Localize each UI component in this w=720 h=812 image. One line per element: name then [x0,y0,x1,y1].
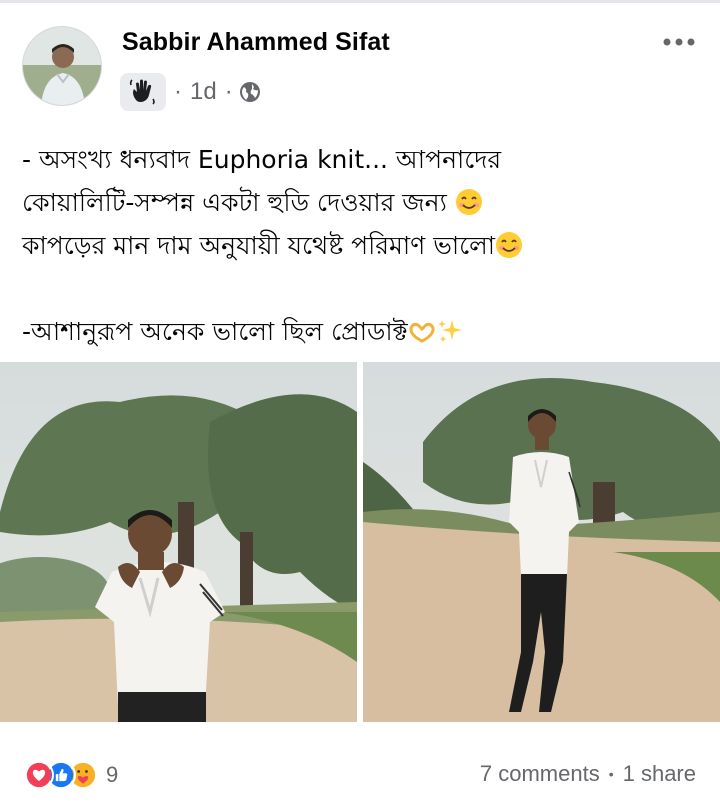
love-reaction-icon [24,760,54,790]
avatar-photo [23,27,101,105]
dot-separator: · [174,78,182,105]
smiling-face-emoji-icon [455,189,482,215]
photo-image [0,362,357,722]
globe-icon [239,82,260,102]
wave-hand-icon [129,79,155,105]
dot-separator: • [608,766,614,782]
post-text-line: -আশানুরূপ অনেক ভালো ছিল প্রোডাক্ট [22,310,702,353]
heart-hands-emoji-icon [409,322,435,343]
avatar[interactable] [22,26,102,106]
post-header: Sabbir Ahammed Sifat · 1d · [0,0,720,118]
post-meta: · 1d · [120,72,261,112]
post-text-line: - অসংখ্য ধন্যবাদ Euphoria knit... আপনাদে… [22,145,502,174]
shares-count[interactable]: 1 share [623,761,696,787]
post-photo-1[interactable] [0,362,357,722]
post-footer: 9 7 comments • 1 share [0,722,720,812]
author-name[interactable]: Sabbir Ahammed Sifat [122,28,390,57]
post-text: - অসংখ্য ধন্যবাদ Euphoria knit... আপনাদে… [22,138,702,353]
photo-image [363,362,720,722]
post-text-line: কাপড়ের মান দাম অনুযায়ী যথেষ্ট পরিমাণ ভ… [22,224,702,267]
wave-badge[interactable] [120,73,166,111]
sparkles-emoji-icon [437,320,462,342]
post-photo-2[interactable] [363,362,720,722]
reaction-count: 9 [106,762,119,787]
post-time[interactable]: 1d [190,78,217,106]
smiling-face-emoji-icon [496,232,523,258]
comments-count[interactable]: 7 comments [480,761,600,787]
photo-grid [0,362,720,722]
more-options-icon[interactable] [662,32,696,52]
engagement-summary: 7 comments • 1 share [480,761,696,787]
dot-separator: · [224,78,233,105]
reaction-summary[interactable]: 9 [24,760,118,790]
post-text-line: কোয়ালিটি-সম্পন্ন একটা হুডি দেওয়ার জন্য [22,181,702,224]
